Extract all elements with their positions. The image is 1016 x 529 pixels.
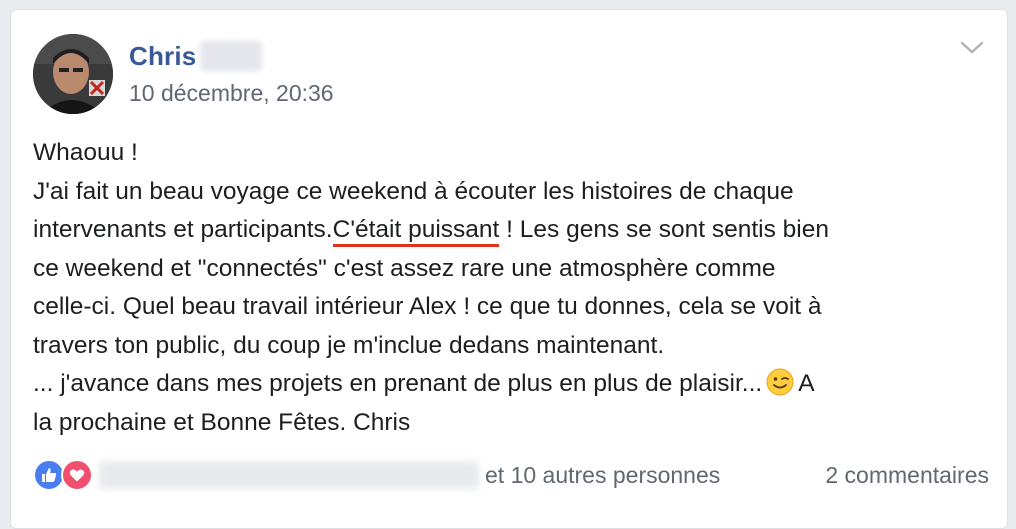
profile-photo-icon xyxy=(33,34,113,114)
post-text-segment: ... j'avance dans mes projets en prenant… xyxy=(33,370,763,397)
redacted-surname xyxy=(200,41,263,71)
post-text-line: J'ai fait un beau voyage ce weekend à éc… xyxy=(33,177,794,205)
underlined-phrase: C'était puissant xyxy=(332,216,500,247)
author-name[interactable]: Chris xyxy=(129,41,196,72)
avatar[interactable] xyxy=(33,34,113,114)
post-text-segment: intervenants et participants. xyxy=(33,216,333,243)
comments-count-link[interactable]: 2 commentaires xyxy=(825,462,989,489)
wink-emoji-icon xyxy=(766,368,794,396)
post-timestamp[interactable]: 10 décembre, 20:36 xyxy=(129,80,334,107)
post-text-line: celle-ci. Quel beau travail intérieur Al… xyxy=(33,293,822,320)
post-text-line: ... j'avance dans mes projets en prenant… xyxy=(33,365,995,404)
reactions-others-link[interactable]: et 10 autres personnes xyxy=(485,462,720,489)
author-row: Chris xyxy=(129,36,263,76)
post-text-line: intervenants et participants.C'était pui… xyxy=(33,211,995,250)
post-footer: et 10 autres personnes 2 commentaires xyxy=(33,458,989,492)
post-text-line: ce weekend et "connectés" c'est assez ra… xyxy=(33,254,776,282)
post-text-segment: ! Les gens se sont sentis bien xyxy=(499,216,829,243)
post-body: Whaouu ! J'ai fait un beau voyage ce wee… xyxy=(33,134,995,442)
post-text-line: la prochaine et Bonne Fêtes. Chris xyxy=(33,408,411,436)
post-card: Chris 10 décembre, 20:36 Whaouu ! J'ai f… xyxy=(10,9,1008,529)
post-text-line: Whaouu ! xyxy=(33,139,138,166)
reactions-summary[interactable] xyxy=(33,458,93,492)
redacted-reactor-names xyxy=(99,461,479,489)
post-text-line: travers ton public, du coup je m'inclue … xyxy=(33,331,665,359)
post-options-chevron-icon[interactable] xyxy=(959,36,985,58)
post-text-segment: A xyxy=(798,370,815,397)
love-icon[interactable] xyxy=(61,459,93,491)
